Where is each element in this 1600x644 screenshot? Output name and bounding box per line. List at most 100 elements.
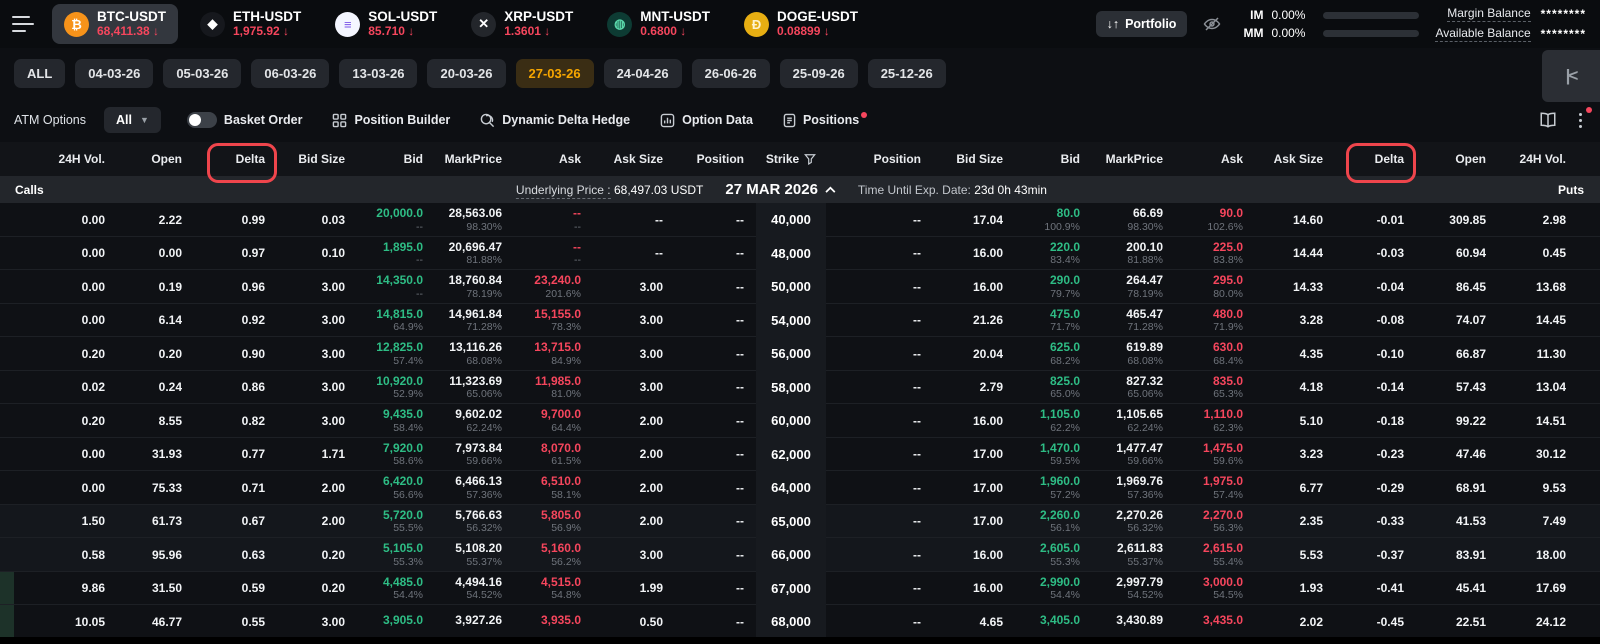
put-ask-cell[interactable]: 2,270.056.3% [1175,509,1255,534]
call-ask-cell[interactable]: 5,805.056.9% [514,509,593,534]
ticker-sol-usdt[interactable]: ≡SOL-USDT85.710 ↓ [323,4,449,43]
call-bid-cell[interactable]: 9,435.058.4% [357,408,435,433]
strike-cell[interactable]: 67,000 [756,572,826,606]
option-row-strike-66000[interactable]: 0.5895.960.630.205,105.055.3%5,108.2055.… [0,538,1600,572]
call-bid-cell[interactable]: 6,420.056.6% [357,475,435,500]
call-bid-cell[interactable]: 12,825.057.4% [357,341,435,366]
call-ask-cell[interactable]: ---- [514,207,593,232]
call-ask-cell[interactable]: 8,070.061.5% [514,442,593,467]
call-ask-cell[interactable]: 6,510.058.1% [514,475,593,500]
ticker-eth-usdt[interactable]: ◆ETH-USDT1,975.92 ↓ [188,4,313,43]
portfolio-button[interactable]: ↓↑ Portfolio [1096,11,1188,37]
put-bid-cell[interactable]: 2,260.056.1% [1015,509,1092,534]
strike-cell[interactable]: 66,000 [756,538,826,572]
toolbar-item-position-builder[interactable]: Position Builder [332,113,450,128]
put-ask-cell[interactable]: 90.0102.6% [1175,207,1255,232]
call-ask-cell[interactable]: 9,700.064.4% [514,408,593,433]
put-ask-cell[interactable]: 3,000.054.5% [1175,576,1255,601]
option-row-strike-67000[interactable]: 9.8631.500.590.204,485.054.4%4,494.1654.… [0,572,1600,606]
expiry-tab-04-03-26[interactable]: 04-03-26 [75,59,153,88]
option-row-strike-58000[interactable]: 0.020.240.863.0010,920.052.9%11,323.6965… [0,371,1600,405]
call-bid-cell[interactable]: 5,105.055.3% [357,542,435,567]
toolbar-item-positions[interactable]: Positions [783,113,865,128]
put-bid-cell[interactable]: 1,105.062.2% [1015,408,1092,433]
call-ask-cell[interactable]: ---- [514,241,593,266]
call-bid-cell[interactable]: 10,920.052.9% [357,375,435,400]
expiry-tab-13-03-26[interactable]: 13-03-26 [339,59,417,88]
put-bid-cell[interactable]: 1,470.059.5% [1015,442,1092,467]
expiry-tab-27-03-26[interactable]: 27-03-26 [516,59,594,88]
call-ask-cell[interactable]: 5,160.056.2% [514,542,593,567]
toolbar-item-dynamic-delta-hedge[interactable]: Dynamic Delta Hedge [480,113,630,128]
put-ask-cell[interactable]: 2,615.055.4% [1175,542,1255,567]
ticker-doge-usdt[interactable]: ÐDOGE-USDT0.08899 ↓ [732,4,870,43]
call-ask-cell[interactable]: 23,240.0201.6% [514,274,593,299]
call-bid-cell[interactable]: 7,920.058.6% [357,442,435,467]
toolbar-item-basket-order[interactable]: Basket Order [187,112,303,128]
put-ask-cell[interactable]: 1,975.057.4% [1175,475,1255,500]
basket-order-toggle[interactable] [187,112,217,128]
column-header-strike[interactable]: Strike [756,152,826,166]
strike-cell[interactable]: 50,000 [756,270,826,304]
call-bid-cell[interactable]: 1,895.0-- [357,241,435,266]
toolbar-item-option-data[interactable]: Option Data [660,113,753,128]
strike-cell[interactable]: 68,000 [756,605,826,639]
put-ask-cell[interactable]: 225.083.8% [1175,241,1255,266]
strike-cell[interactable]: 64,000 [756,471,826,505]
ticker-mnt-usdt[interactable]: ◍MNT-USDT0.6800 ↓ [595,4,722,43]
orderbook-icon[interactable] [1539,112,1557,128]
call-bid-cell[interactable]: 4,485.054.4% [357,576,435,601]
option-row-strike-60000[interactable]: 0.208.550.823.009,435.058.4%9,602.0262.2… [0,404,1600,438]
put-ask-cell[interactable]: 480.071.9% [1175,308,1255,333]
expiry-tab-25-12-26[interactable]: 25-12-26 [868,59,946,88]
put-bid-cell[interactable]: 80.0100.9% [1015,207,1092,232]
call-bid-cell[interactable]: 14,815.064.9% [357,308,435,333]
option-row-strike-65000[interactable]: 1.5061.730.672.005,720.055.5%5,766.6356.… [0,505,1600,539]
call-ask-cell[interactable]: 3,935.0 [514,614,593,629]
collapse-panel-button[interactable]: |< [1542,50,1600,102]
expiry-tab-06-03-26[interactable]: 06-03-26 [251,59,329,88]
strike-cell[interactable]: 62,000 [756,438,826,472]
put-ask-cell[interactable]: 835.065.3% [1175,375,1255,400]
option-row-strike-48000[interactable]: 0.000.000.970.101,895.0--20,696.4781.88%… [0,237,1600,271]
option-row-strike-68000[interactable]: 10.0546.770.553.003,905.03,927.263,935.0… [0,605,1600,639]
expiry-tab-26-06-26[interactable]: 26-06-26 [692,59,770,88]
put-bid-cell[interactable]: 2,990.054.4% [1015,576,1092,601]
call-bid-cell[interactable]: 3,905.0 [357,614,435,629]
option-row-strike-50000[interactable]: 0.000.190.963.0014,350.0--18,760.8478.19… [0,270,1600,304]
call-ask-cell[interactable]: 15,155.078.3% [514,308,593,333]
eye-off-icon[interactable] [1203,15,1221,33]
strike-cell[interactable]: 65,000 [756,505,826,539]
put-ask-cell[interactable]: 3,435.0 [1175,614,1255,629]
menu-icon[interactable] [12,16,34,32]
call-ask-cell[interactable]: 4,515.054.8% [514,576,593,601]
option-row-strike-64000[interactable]: 0.0075.330.712.006,420.056.6%6,466.1357.… [0,471,1600,505]
put-bid-cell[interactable]: 1,960.057.2% [1015,475,1092,500]
expiry-tab-25-09-26[interactable]: 25-09-26 [780,59,858,88]
strike-cell[interactable]: 54,000 [756,304,826,338]
expiry-tab-20-03-26[interactable]: 20-03-26 [427,59,505,88]
put-bid-cell[interactable]: 2,605.055.3% [1015,542,1092,567]
option-row-strike-62000[interactable]: 0.0031.930.771.717,920.058.6%7,973.8459.… [0,438,1600,472]
call-bid-cell[interactable]: 20,000.0-- [357,207,435,232]
put-bid-cell[interactable]: 475.071.7% [1015,308,1092,333]
call-bid-cell[interactable]: 5,720.055.5% [357,509,435,534]
expiry-tab-all[interactable]: ALL [14,59,65,88]
option-row-strike-54000[interactable]: 0.006.140.923.0014,815.064.9%14,961.8471… [0,304,1600,338]
expiry-selector[interactable]: 27 MAR 2026 [725,181,836,198]
put-ask-cell[interactable]: 295.080.0% [1175,274,1255,299]
put-ask-cell[interactable]: 630.068.4% [1175,341,1255,366]
call-ask-cell[interactable]: 13,715.084.9% [514,341,593,366]
atm-options-select[interactable]: All ▼ [104,107,161,133]
strike-cell[interactable]: 48,000 [756,237,826,271]
strike-cell[interactable]: 58,000 [756,371,826,405]
expiry-tab-24-04-26[interactable]: 24-04-26 [604,59,682,88]
put-bid-cell[interactable]: 290.079.7% [1015,274,1092,299]
bottom-scroll-strip[interactable] [0,637,1600,644]
expiry-tab-05-03-26[interactable]: 05-03-26 [163,59,241,88]
option-row-strike-56000[interactable]: 0.200.200.903.0012,825.057.4%13,116.2668… [0,337,1600,371]
more-menu-icon[interactable] [1575,111,1586,130]
call-ask-cell[interactable]: 11,985.081.0% [514,375,593,400]
call-bid-cell[interactable]: 14,350.0-- [357,274,435,299]
filter-icon[interactable] [804,153,816,165]
